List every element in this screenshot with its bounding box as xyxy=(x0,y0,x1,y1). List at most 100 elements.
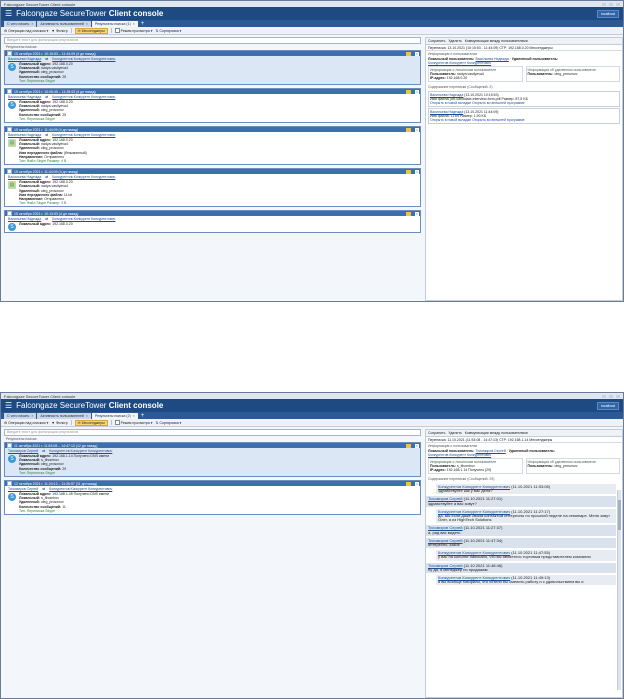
users-info-section: Информация о пользователях Локальный пол… xyxy=(426,443,622,458)
maximize-button[interactable] xyxy=(609,2,613,6)
toolbar-separator xyxy=(70,28,72,33)
delete-button[interactable]: Удалить xyxy=(448,431,461,435)
filter-button[interactable]: ▼ Фильтр xyxy=(51,29,67,33)
add-tab-icon[interactable]: + xyxy=(141,21,145,27)
flag-icon[interactable] xyxy=(406,51,411,56)
local-user-link[interactable]: Тихомиров Сергей xyxy=(8,487,38,491)
chat-messages: Васильева Надежда (13.10.2021 10:15:53) И… xyxy=(426,91,622,124)
tab-2[interactable]: Результаты поиска (2) × xyxy=(91,413,138,419)
result-card[interactable]: 11 октября 2021 г. 11:53:08 – 14:47:13 (… xyxy=(4,442,421,478)
maximize-button[interactable] xyxy=(609,394,613,398)
local-user-link[interactable]: Васильева Надежда xyxy=(8,175,41,179)
result-type: Тип: Переписка Skype xyxy=(19,78,55,83)
result-card[interactable]: 12 октября 2021 г. 11:24:12 – 11:26:57 (… xyxy=(4,480,421,516)
close-icon[interactable]: × xyxy=(133,414,135,418)
result-card[interactable]: 15 октября 2021 г. 10:05:45 – 11:28:03 (… xyxy=(4,88,421,124)
view-mode-toggle[interactable]: Режим просмотра ▾ xyxy=(114,28,153,33)
view-mode-toggle[interactable]: Режим просмотра ▾ xyxy=(114,420,153,425)
remote-user-link[interactable]: Конкурентов Конкурент Конкурентович xyxy=(52,57,115,61)
open-file-links[interactable]: Открыть в новой вкладке Открыть во внешн… xyxy=(430,101,618,105)
view-mode-checkbox[interactable] xyxy=(114,420,120,425)
tab-1[interactable]: Активность пользователей × xyxy=(37,21,91,27)
flag-icon[interactable] xyxy=(406,127,411,132)
list-operations-button[interactable]: ⚙ Операции над списком ▾ xyxy=(4,421,48,425)
select-checkbox[interactable] xyxy=(7,481,12,487)
remote-user-link[interactable]: Конкурентов Конкурент Конкурентович xyxy=(52,95,115,99)
close-icon[interactable]: × xyxy=(31,414,33,418)
select-checkbox[interactable] xyxy=(7,443,12,448)
menu-icon[interactable]: ☰ xyxy=(5,401,12,410)
remote-user-link[interactable]: Конкурентов Конкурент Конкурентович xyxy=(49,449,112,453)
remote-user-info: Информация об удаленном пользователе Пол… xyxy=(525,66,620,82)
flag-icon[interactable] xyxy=(406,211,411,216)
view-mode-checkbox[interactable] xyxy=(114,28,120,33)
close-icon[interactable]: × xyxy=(415,127,419,132)
host-badge[interactable]: localhost xyxy=(597,401,619,410)
select-checkbox[interactable] xyxy=(7,169,12,175)
delete-button[interactable]: Удалить xyxy=(448,39,461,43)
close-icon[interactable]: × xyxy=(86,414,88,418)
minimize-button[interactable] xyxy=(602,394,606,398)
flag-icon[interactable] xyxy=(406,89,411,94)
save-button[interactable]: Сохранить xyxy=(428,431,445,435)
sort-button[interactable]: ⇅ Сортировка ▾ xyxy=(156,29,182,33)
local-user-link[interactable]: Васильева Надежда xyxy=(8,217,41,221)
close-icon[interactable]: × xyxy=(133,22,135,26)
select-checkbox[interactable] xyxy=(7,127,12,133)
flag-icon[interactable] xyxy=(406,169,411,174)
results-filter-input[interactable]: Введите текст для фильтрации результатов xyxy=(4,429,421,436)
menu-icon[interactable]: ☰ xyxy=(5,9,12,18)
flag-icon[interactable] xyxy=(406,443,411,448)
tab-0[interactable]: С чего начать × xyxy=(4,21,37,27)
close-icon[interactable]: × xyxy=(31,22,33,26)
save-button[interactable]: Сохранить xyxy=(428,39,445,43)
minimize-button[interactable] xyxy=(602,2,606,6)
close-button[interactable] xyxy=(616,2,620,6)
result-date: 15 октября 2021 г. 10:05:45 – 11:28:03 (… xyxy=(14,89,96,94)
flag-icon[interactable] xyxy=(406,481,411,486)
host-badge[interactable]: localhost xyxy=(597,9,619,18)
local-user-link[interactable]: Васильева Надежда xyxy=(8,95,41,99)
local-user-link[interactable]: Тихомиров Сергей xyxy=(8,449,38,453)
close-icon[interactable]: × xyxy=(86,22,88,26)
result-body: ▤ Локальный адрес: 192.168.0.20 Локальный:… xyxy=(5,138,420,164)
chat-scrollbar[interactable] xyxy=(617,490,621,690)
close-icon[interactable]: × xyxy=(415,443,419,448)
open-file-links[interactable]: Открыть в новой вкладке Открыть во внешн… xyxy=(430,118,618,122)
close-button[interactable] xyxy=(616,394,620,398)
tab-2[interactable]: Результаты поиска (1) × xyxy=(91,21,138,27)
remote-user-link[interactable]: Конкурентов Конкурент Конкурентович xyxy=(428,61,491,65)
sort-button[interactable]: ⇅ Сортировка ▾ xyxy=(156,421,182,425)
remote-user-link[interactable]: Конкурентов Конкурент Конкурентович xyxy=(52,175,115,179)
messengers-filter-button[interactable]: ✉ Мессенджеры xyxy=(74,27,108,34)
result-card[interactable]: 15 октября 2021 г. 11:44:09 (4 дн назад)… xyxy=(4,168,421,208)
remote-user-link[interactable]: Конкурентов Конкурент Конкурентович xyxy=(52,133,115,137)
local-user-link[interactable]: Васильева Надежда xyxy=(8,57,41,61)
remote-user-link[interactable]: Конкурентов Конкурент Конкурентович xyxy=(428,453,491,457)
close-icon[interactable]: × xyxy=(415,481,419,486)
select-checkbox[interactable] xyxy=(7,89,12,95)
local-user-link[interactable]: Васильева Надежда xyxy=(8,133,41,137)
chat-scrollbar-thumb[interactable] xyxy=(618,500,621,530)
select-checkbox[interactable] xyxy=(7,51,12,56)
close-icon[interactable]: × xyxy=(415,51,419,56)
users-info-heading: Информация о пользователях xyxy=(428,52,478,56)
tab-1[interactable]: Активность пользователей × xyxy=(37,413,91,419)
close-icon[interactable]: × xyxy=(415,169,419,174)
list-operations-button[interactable]: ⚙ Операции над списком ▾ xyxy=(4,29,48,33)
result-card[interactable]: 15 октября 2021 г. 11:44:09 (4 дн назад)… xyxy=(4,126,421,166)
results-filter-input[interactable]: Введите текст для фильтрации результатов xyxy=(4,37,421,44)
close-icon[interactable]: × xyxy=(415,211,419,216)
tab-0[interactable]: С чего начать × xyxy=(4,413,37,419)
remote-user-link[interactable]: Конкурентов Конкурент Конкурентович xyxy=(49,487,112,491)
close-icon[interactable]: × xyxy=(415,89,419,94)
add-tab-icon[interactable]: + xyxy=(141,413,145,419)
messengers-filter-button[interactable]: ✉ Мессенджеры xyxy=(74,419,108,426)
filter-button[interactable]: ▼ Фильтр xyxy=(51,421,67,425)
communications-button[interactable]: Коммуникации между пользователями xyxy=(465,431,528,435)
communications-button[interactable]: Коммуникации между пользователями xyxy=(465,39,528,43)
result-card[interactable]: 15 октября 2021 г. 10:15:53 – 11:44:09 (… xyxy=(4,50,421,86)
result-card[interactable]: 15 октября 2021 г. 10:13:53 (4 дн назад)… xyxy=(4,210,421,234)
select-checkbox[interactable] xyxy=(7,211,12,217)
remote-user-link[interactable]: Конкурентов Конкурент Конкурентович xyxy=(52,217,115,221)
